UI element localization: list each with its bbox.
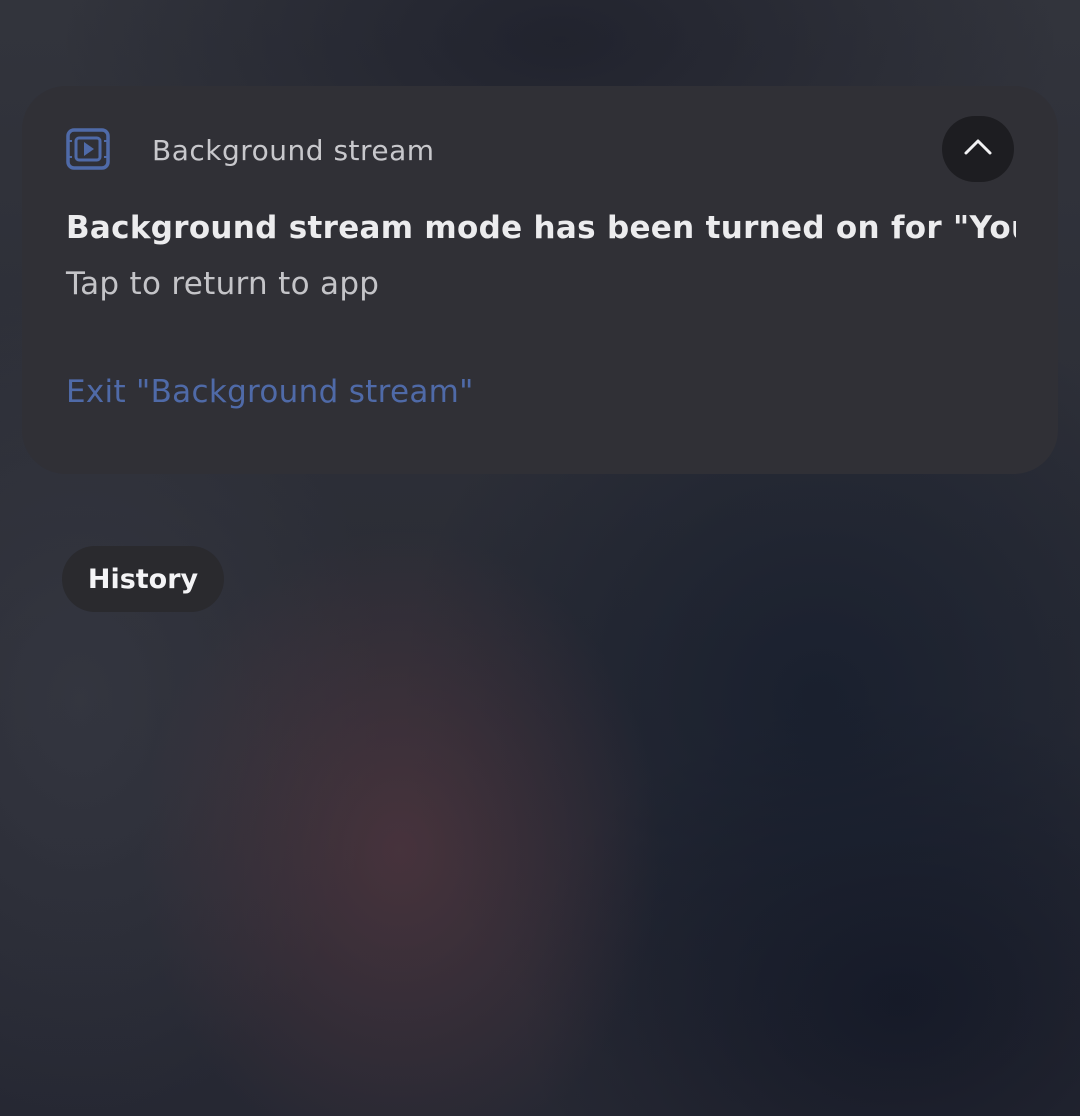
notification-app-name: Background stream bbox=[152, 134, 435, 167]
chevron-up-icon bbox=[963, 137, 993, 161]
notification-title: Background stream mode has been turned o… bbox=[66, 210, 1016, 246]
collapse-notification-button[interactable] bbox=[942, 116, 1014, 182]
notification-card[interactable]: Background stream Background stream mode… bbox=[22, 86, 1058, 474]
history-button[interactable]: History bbox=[62, 546, 224, 612]
play-in-frame-icon bbox=[66, 128, 110, 170]
exit-background-stream-button[interactable]: Exit "Background stream" bbox=[66, 374, 474, 410]
notification-subtitle: Tap to return to app bbox=[66, 266, 380, 302]
